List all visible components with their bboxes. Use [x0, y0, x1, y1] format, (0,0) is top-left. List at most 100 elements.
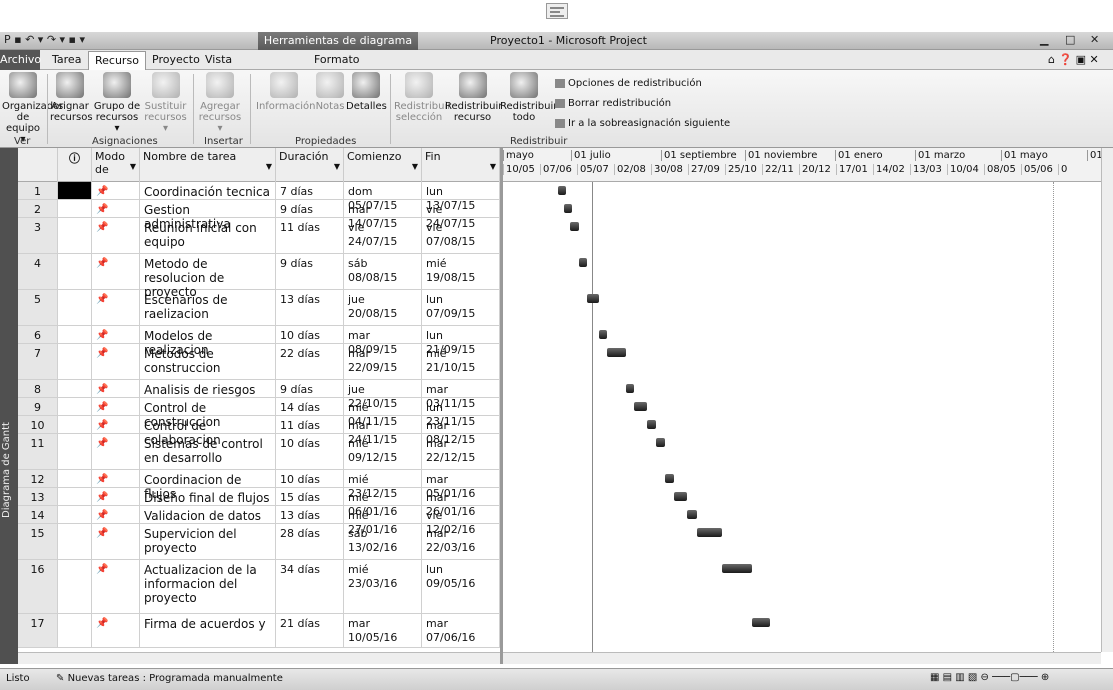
- table-horizontal-scrollbar[interactable]: [18, 652, 500, 664]
- cell-start[interactable]: mar 14/07/15: [344, 200, 422, 230]
- cell-id[interactable]: 2: [18, 200, 58, 217]
- cell-end[interactable]: mar 22/03/16: [422, 524, 500, 559]
- cell-id[interactable]: 9: [18, 398, 58, 415]
- cell-indicator[interactable]: [58, 254, 92, 289]
- header-mode[interactable]: Modo de ▼: [92, 148, 140, 182]
- task-bar[interactable]: [697, 528, 722, 537]
- cell-indicator[interactable]: [58, 434, 92, 469]
- cell-start[interactable]: dom 05/07/15: [344, 182, 422, 212]
- cell-name[interactable]: Coordinacion de flujos: [140, 470, 276, 501]
- cell-end[interactable]: vie 07/08/15: [422, 218, 500, 253]
- manual-schedule-icon[interactable]: 📌: [92, 326, 140, 343]
- table-row[interactable]: 12 📌 Coordinacion de flujos 10 días mié 23/1…: [18, 470, 500, 501]
- table-row[interactable]: 8 📌 Analisis de riesgos 9 días jue 22/10/15 m…: [18, 380, 500, 410]
- cell-start[interactable]: jue 22/10/15: [344, 380, 422, 410]
- cell-start[interactable]: mié 09/12/15: [344, 434, 422, 469]
- cell-id[interactable]: 11: [18, 434, 58, 469]
- cell-end[interactable]: vie 24/07/15: [422, 200, 500, 230]
- tab-file[interactable]: Archivo: [0, 50, 41, 70]
- manual-schedule-icon[interactable]: 📌: [92, 182, 140, 199]
- close-icon[interactable]: ✕: [1090, 33, 1099, 46]
- cell-name[interactable]: Sistemas de control en desarrollo: [140, 434, 276, 469]
- resource-pool-button[interactable]: Grupo de recursos ▾: [93, 72, 141, 134]
- cell-id[interactable]: 6: [18, 326, 58, 343]
- cell-name[interactable]: Escenarios de raelizacion: [140, 290, 276, 325]
- cell-id[interactable]: 8: [18, 380, 58, 397]
- cell-name[interactable]: Reunion inicial con equipo: [140, 218, 276, 253]
- tab-project[interactable]: Proyecto: [152, 53, 200, 66]
- cell-id[interactable]: 10: [18, 416, 58, 433]
- task-bar[interactable]: [686, 510, 698, 519]
- table-row[interactable]: 13 📌 Diseño final de flujos 15 días mié 06/0…: [18, 488, 500, 518]
- cell-end[interactable]: lun 07/09/15: [422, 290, 500, 325]
- table-row[interactable]: 2 📌 Gestion administrativa 9 días mar 14/07/…: [18, 200, 500, 231]
- table-row[interactable]: 5 📌 Escenarios de raelizacion 13 días jue 20…: [18, 290, 500, 326]
- vertical-scrollbar[interactable]: [1101, 148, 1113, 652]
- cell-end[interactable]: lun 23/11/15: [422, 398, 500, 428]
- header-finish[interactable]: Fin ▼: [422, 148, 500, 182]
- cell-start[interactable]: mar 22/09/15: [344, 344, 422, 379]
- maximize-icon[interactable]: □: [1065, 33, 1075, 46]
- minimize-icon[interactable]: ▁: [1040, 33, 1048, 46]
- task-bar[interactable]: [586, 294, 599, 303]
- cell-start[interactable]: mar 10/05/16: [344, 614, 422, 647]
- cell-dur[interactable]: 9 días: [276, 380, 344, 397]
- manual-schedule-icon[interactable]: 📌: [92, 614, 140, 647]
- cell-id[interactable]: 1: [18, 182, 58, 199]
- clear-leveling-button[interactable]: Borrar redistribución: [555, 98, 671, 109]
- info-icon[interactable]: ⓘ: [58, 148, 92, 182]
- table-row[interactable]: 16 📌 Actualizacion de la informacion del p…: [18, 560, 500, 614]
- manual-schedule-icon[interactable]: 📌: [92, 218, 140, 253]
- manual-schedule-icon[interactable]: 📌: [92, 344, 140, 379]
- cell-name[interactable]: Firma de acuerdos y: [140, 614, 276, 647]
- cell-indicator[interactable]: [58, 218, 92, 253]
- cell-dur[interactable]: 34 días: [276, 560, 344, 613]
- cell-name[interactable]: Actualizacion de la informacion del proy…: [140, 560, 276, 613]
- cell-name[interactable]: Coordinación tecnica: [140, 182, 276, 199]
- cell-indicator[interactable]: [58, 200, 92, 217]
- next-overallocation-button[interactable]: Ir a la sobreasignación siguiente: [555, 118, 730, 129]
- cell-end[interactable]: lun 13/07/15: [422, 182, 500, 212]
- substitute-resources-button[interactable]: Sustituir recursos ▾: [143, 72, 188, 134]
- cell-dur[interactable]: 14 días: [276, 398, 344, 415]
- cell-end[interactable]: mié 21/10/15: [422, 344, 500, 379]
- cell-id[interactable]: 4: [18, 254, 58, 289]
- cell-start[interactable]: mar 24/11/15: [344, 416, 422, 446]
- new-tasks-mode[interactable]: ✎ Nuevas tareas : Programada manualmente: [56, 673, 283, 684]
- manual-schedule-icon[interactable]: 📌: [92, 380, 140, 397]
- cell-end[interactable]: mar 22/12/15: [422, 434, 500, 469]
- manual-schedule-icon[interactable]: 📌: [92, 488, 140, 505]
- tab-view[interactable]: Vista: [205, 53, 232, 66]
- cell-id[interactable]: 12: [18, 470, 58, 487]
- cell-end[interactable]: lun 09/05/16: [422, 560, 500, 613]
- quick-access-toolbar[interactable]: P ▪ ↶ ▾ ↷ ▾ ▪ ▾: [4, 33, 85, 46]
- task-bar[interactable]: [579, 258, 588, 267]
- cell-start[interactable]: mié 23/03/16: [344, 560, 422, 613]
- cell-indicator[interactable]: [58, 182, 92, 199]
- manual-schedule-icon[interactable]: 📌: [92, 416, 140, 433]
- cell-dur[interactable]: 7 días: [276, 182, 344, 199]
- header-id[interactable]: [18, 148, 58, 182]
- cell-end[interactable]: mar 08/12/15: [422, 416, 500, 446]
- cell-start[interactable]: mar 08/09/15: [344, 326, 422, 356]
- manual-schedule-icon[interactable]: 📌: [92, 200, 140, 217]
- table-row[interactable]: 17 📌 Firma de acuerdos y 21 días mar 10/05/1…: [18, 614, 500, 648]
- assign-resources-button[interactable]: Asignar recursos: [50, 72, 93, 123]
- cell-dur[interactable]: 10 días: [276, 434, 344, 469]
- cell-dur[interactable]: 13 días: [276, 506, 344, 523]
- cell-id[interactable]: 7: [18, 344, 58, 379]
- cell-end[interactable]: mar 26/01/16: [422, 488, 500, 518]
- cell-indicator[interactable]: [58, 398, 92, 415]
- task-bar[interactable]: [598, 330, 608, 339]
- cell-id[interactable]: 13: [18, 488, 58, 505]
- view-shortcuts[interactable]: ▦ ▤ ▥ ▧ ⊖ ───▢─── ⊕: [930, 672, 1049, 683]
- table-row[interactable]: 15 📌 Supervicion del proyecto 28 días sáb 13…: [18, 524, 500, 560]
- manual-schedule-icon[interactable]: 📌: [92, 434, 140, 469]
- manual-schedule-icon[interactable]: 📌: [92, 470, 140, 487]
- cell-end[interactable]: mar 03/11/15: [422, 380, 500, 410]
- level-selection-button[interactable]: Redistribuir selección: [394, 72, 451, 123]
- table-row[interactable]: 1 📌 Coordinación tecnica 7 días dom 05/07/15…: [18, 182, 500, 212]
- task-bar[interactable]: [751, 618, 770, 627]
- cell-name[interactable]: Control de construccion: [140, 398, 276, 429]
- header-name[interactable]: Nombre de tarea ▼: [140, 148, 276, 182]
